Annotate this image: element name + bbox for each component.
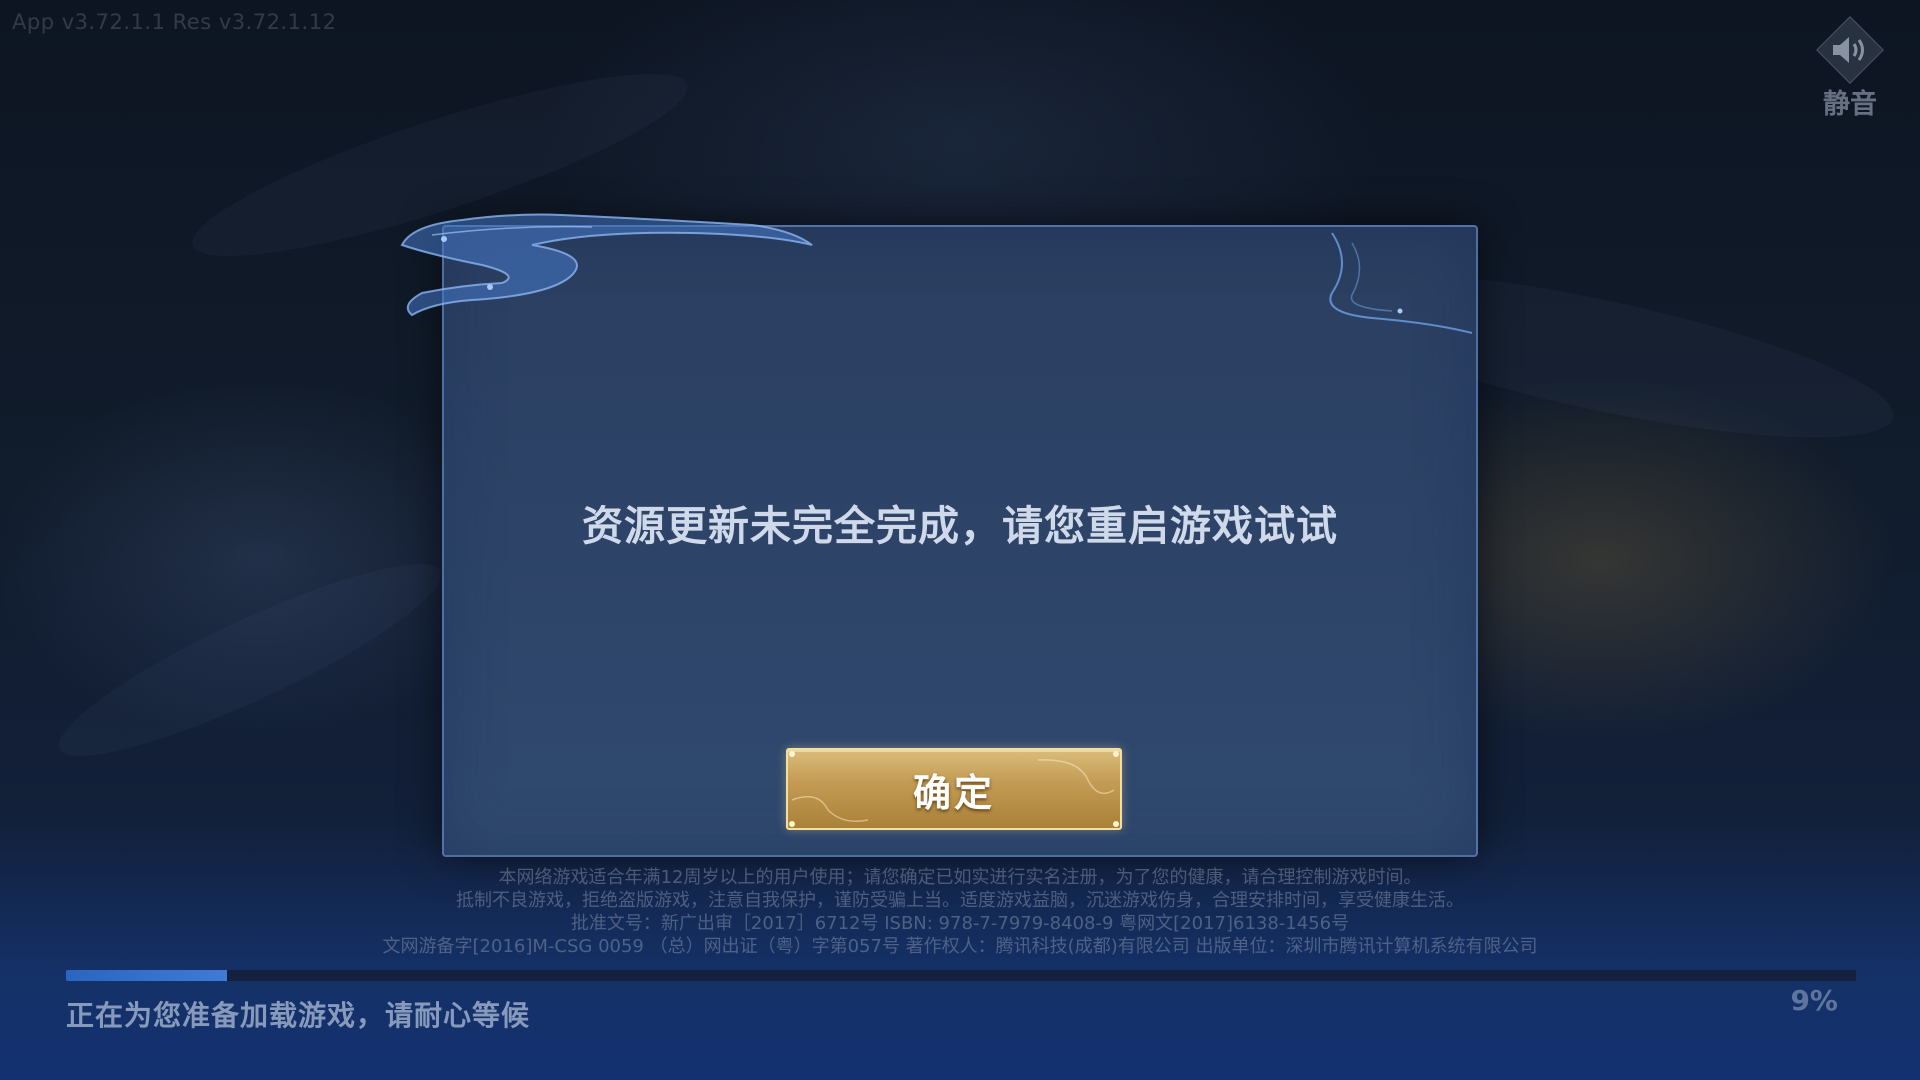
disclaimer-line: 抵制不良游戏，拒绝盗版游戏，注意自我保护，谨防受骗上当。适度游戏益脑，沉迷游戏伤… — [456, 890, 1464, 911]
legal-disclaimer: 本网络游戏适合年满12周岁以上的用户使用；请您确定已如实进行实名注册，为了您的健… — [0, 866, 1920, 958]
mute-icon-frame — [1822, 22, 1878, 78]
disclaimer-line: 批准文号：新广出审［2017］6712号 ISBN: 978-7-7979-84… — [570, 913, 1350, 934]
loading-progress-bar — [66, 970, 1856, 981]
loading-status-text: 正在为您准备加载游戏，请耐心等候 — [66, 999, 531, 1032]
mute-label: 静音 — [1823, 89, 1877, 120]
game-loading-screen: App v3.72.1.1 Res v3.72.1.12 静音 资源更新未完全完… — [0, 0, 1920, 1080]
confirm-button-label: 确定 — [912, 770, 995, 815]
loading-progress-fill — [66, 970, 228, 981]
version-label: App v3.72.1.1 Res v3.72.1.12 — [12, 10, 337, 34]
alert-dialog: 资源更新未完全完成，请您重启游戏试试 确定 — [392, 205, 1482, 865]
confirm-button[interactable]: 确定 — [786, 748, 1122, 830]
loading-percent: 9% — [1790, 984, 1838, 1017]
mute-button[interactable]: 静音 — [1810, 22, 1890, 122]
speaker-icon — [1833, 37, 1864, 63]
dialog-message: 资源更新未完全完成，请您重启游戏试试 — [582, 502, 1338, 550]
dialog-panel: 资源更新未完全完成，请您重启游戏试试 确定 — [442, 225, 1478, 857]
disclaimer-line: 文网游备字[2016]M-CSG 0059 （总）网出证（粤）字第057号 著作… — [382, 936, 1538, 957]
disclaimer-line: 本网络游戏适合年满12周岁以上的用户使用；请您确定已如实进行实名注册，为了您的健… — [498, 867, 1422, 888]
